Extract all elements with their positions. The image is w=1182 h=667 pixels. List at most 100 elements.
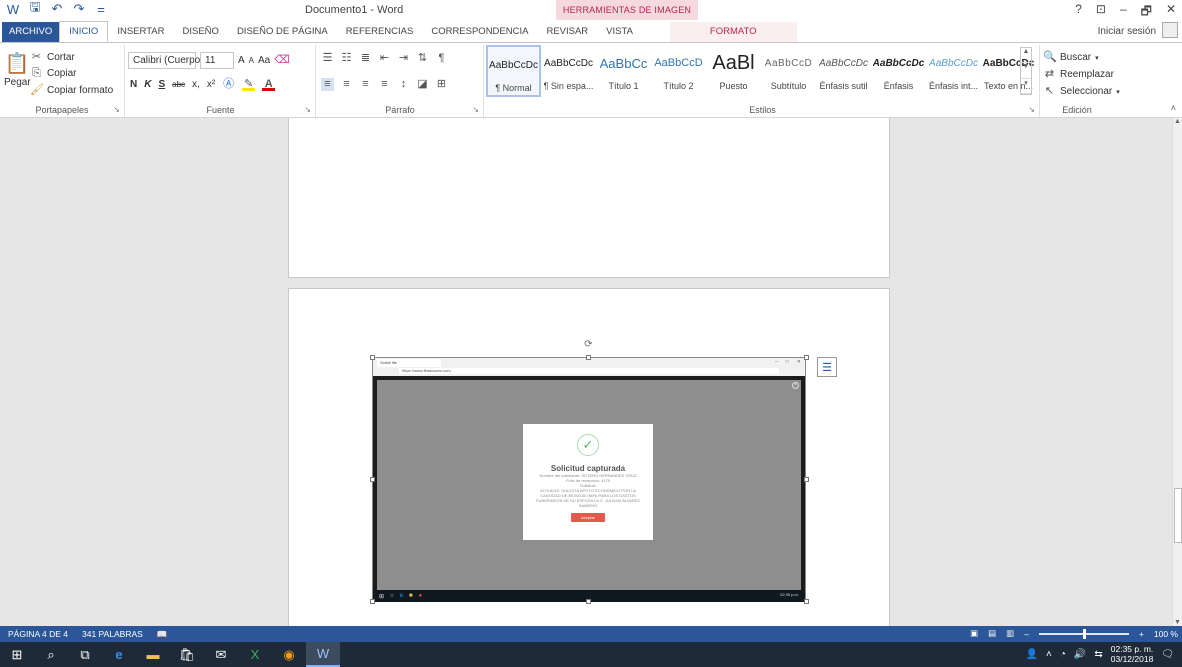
shrink-font-button[interactable]: A bbox=[249, 56, 254, 65]
resize-handle[interactable] bbox=[586, 599, 591, 604]
tab-vista[interactable]: VISTA bbox=[597, 22, 642, 42]
tab-inicio[interactable]: INICIO bbox=[59, 21, 109, 42]
superscript-button[interactable]: x² bbox=[207, 79, 215, 90]
zoom-slider[interactable] bbox=[1038, 628, 1129, 639]
rotate-handle-icon[interactable]: ⟳ bbox=[583, 339, 594, 350]
notifications-icon[interactable]: 🗨 bbox=[1161, 649, 1174, 660]
save-icon[interactable]: 🖫 bbox=[28, 0, 42, 16]
highlight-icon[interactable]: ✎ bbox=[242, 78, 256, 91]
select-button[interactable]: ↖ Seleccionar ▾ bbox=[1043, 85, 1120, 98]
tab-diseno-de-pagina[interactable]: DISEÑO DE PÁGINA bbox=[228, 22, 337, 42]
zoom-level[interactable]: 100 % bbox=[1154, 629, 1178, 639]
tab-correspondencia[interactable]: CORRESPONDENCIA bbox=[422, 22, 537, 42]
font-color-icon[interactable]: A bbox=[262, 78, 276, 91]
zoom-slider-knob[interactable] bbox=[1082, 628, 1086, 639]
collapse-ribbon-icon[interactable]: ˄ bbox=[1171, 103, 1176, 113]
subscript-button[interactable]: x, bbox=[192, 79, 200, 90]
avatar[interactable] bbox=[1162, 22, 1178, 38]
shading-icon[interactable]: ◪ bbox=[416, 78, 429, 91]
zoom-in-button[interactable]: + bbox=[1139, 629, 1144, 639]
tab-revisar[interactable]: REVISAR bbox=[537, 22, 597, 42]
strikethrough-button[interactable]: abc bbox=[172, 80, 185, 89]
edge-icon[interactable]: e bbox=[102, 642, 136, 667]
numbering-icon[interactable]: ☷ bbox=[340, 52, 353, 65]
word-taskbar-icon[interactable]: W bbox=[306, 642, 340, 667]
tab-referencias[interactable]: REFERENCIAS bbox=[337, 22, 423, 42]
borders-icon[interactable]: ⊞ bbox=[435, 78, 448, 91]
wifi-icon[interactable]: ◔ bbox=[1060, 649, 1066, 660]
show-marks-button[interactable]: ¶ bbox=[435, 52, 448, 65]
page[interactable] bbox=[288, 118, 890, 278]
change-case-button[interactable]: Aa bbox=[258, 55, 270, 66]
bold-button[interactable]: N bbox=[130, 79, 137, 90]
resize-handle[interactable] bbox=[370, 477, 375, 482]
task-view-icon[interactable]: ⧉ bbox=[68, 642, 102, 667]
zoom-out-button[interactable]: – bbox=[1024, 629, 1029, 639]
underline-button[interactable]: S bbox=[158, 79, 165, 90]
resize-handle[interactable] bbox=[370, 599, 375, 604]
chevron-up-icon[interactable]: ˄ bbox=[1046, 649, 1052, 660]
align-center-icon[interactable]: ≡ bbox=[340, 78, 353, 91]
layout-options-icon[interactable]: ☰ bbox=[817, 357, 837, 377]
sign-in-link[interactable]: Iniciar sesión bbox=[1098, 26, 1156, 37]
text-effects-icon[interactable]: Ⓐ bbox=[222, 78, 235, 91]
resize-handle[interactable] bbox=[586, 355, 591, 360]
tab-insertar[interactable]: INSERTAR bbox=[108, 22, 173, 42]
align-right-icon[interactable]: ≡ bbox=[359, 78, 372, 91]
page-count[interactable]: PÁGINA 4 DE 4 bbox=[8, 629, 68, 639]
format-painter-button[interactable]: 🖌 Copiar formato bbox=[30, 84, 113, 97]
tab-formato[interactable]: FORMATO bbox=[669, 22, 797, 42]
decrease-indent-icon[interactable]: ⇤ bbox=[378, 52, 391, 65]
web-layout-icon[interactable]: ▥ bbox=[1006, 628, 1014, 639]
word-icon[interactable]: W bbox=[6, 2, 20, 17]
proofing-icon[interactable]: 📖 bbox=[157, 629, 168, 640]
windows-start-icon[interactable]: ⊞ bbox=[0, 642, 34, 667]
line-spacing-icon[interactable]: ↕ bbox=[397, 78, 410, 91]
word-count[interactable]: 341 PALABRAS bbox=[82, 629, 143, 639]
clear-format-icon[interactable]: ⌫ bbox=[274, 54, 290, 67]
replace-button[interactable]: ⇄ Reemplazar bbox=[1043, 68, 1114, 81]
styles-launcher-icon[interactable]: ↘ bbox=[1028, 105, 1035, 114]
volume-icon[interactable]: 🔊 bbox=[1074, 649, 1086, 660]
clock[interactable]: 02:35 p. m. 03/12/2018 bbox=[1111, 644, 1154, 664]
font-family-combo[interactable]: Calibri (Cuerpo bbox=[128, 52, 200, 69]
tab-diseno[interactable]: DISEÑO bbox=[174, 22, 228, 42]
customize-qat-button[interactable]: = bbox=[94, 2, 108, 17]
store-icon[interactable]: 🛍 bbox=[170, 642, 204, 667]
scroll-down-icon[interactable]: ▼ bbox=[1174, 619, 1181, 626]
redo-icon[interactable]: ↷ bbox=[72, 1, 86, 16]
clipboard-launcher-icon[interactable]: ↘ bbox=[113, 105, 120, 114]
mail-icon[interactable]: ✉ bbox=[204, 642, 238, 667]
bullets-icon[interactable]: ☰ bbox=[321, 52, 334, 65]
read-mode-icon[interactable]: ▣ bbox=[970, 628, 978, 639]
resize-handle[interactable] bbox=[370, 355, 375, 360]
cut-button[interactable]: ✂ Cortar bbox=[30, 51, 75, 64]
excel-icon[interactable]: X bbox=[238, 642, 272, 667]
tab-archivo[interactable]: ARCHIVO bbox=[2, 22, 60, 42]
increase-indent-icon[interactable]: ⇥ bbox=[397, 52, 410, 65]
resize-handle[interactable] bbox=[804, 477, 809, 482]
vertical-scrollbar[interactable]: ▲ ▼ bbox=[1172, 118, 1182, 626]
font-size-combo[interactable]: 11 bbox=[200, 52, 234, 69]
multilevel-list-icon[interactable]: ≣ bbox=[359, 52, 372, 65]
justify-icon[interactable]: ≡ bbox=[378, 78, 391, 91]
embedded-screenshot-image[interactable]: Solicit file https://www.fbdacaceu.com –… bbox=[372, 357, 806, 602]
font-launcher-icon[interactable]: ↘ bbox=[304, 105, 311, 114]
align-left-icon[interactable]: ≡ bbox=[321, 78, 334, 91]
search-icon[interactable]: ⌕ bbox=[34, 642, 68, 667]
sort-icon[interactable]: ⇅ bbox=[416, 52, 429, 65]
file-explorer-icon[interactable]: ▬ bbox=[136, 642, 170, 667]
resize-handle[interactable] bbox=[804, 599, 809, 604]
copy-button[interactable]: ⎘ Copiar bbox=[30, 67, 76, 80]
network-icon[interactable]: ⇆ bbox=[1094, 649, 1102, 660]
scroll-up-icon[interactable]: ▲ bbox=[1174, 118, 1181, 125]
italic-button[interactable]: K bbox=[144, 79, 151, 90]
chrome-icon[interactable]: ◉ bbox=[272, 642, 306, 667]
undo-icon[interactable]: ↶ bbox=[50, 1, 64, 16]
scroll-thumb[interactable] bbox=[1174, 488, 1182, 543]
paragraph-launcher-icon[interactable]: ↘ bbox=[472, 105, 479, 114]
people-icon[interactable]: 👤 bbox=[1026, 649, 1038, 660]
grow-font-button[interactable]: A bbox=[238, 55, 245, 66]
find-button[interactable]: 🔍 Buscar ▾ bbox=[1043, 51, 1099, 64]
resize-handle[interactable] bbox=[804, 355, 809, 360]
